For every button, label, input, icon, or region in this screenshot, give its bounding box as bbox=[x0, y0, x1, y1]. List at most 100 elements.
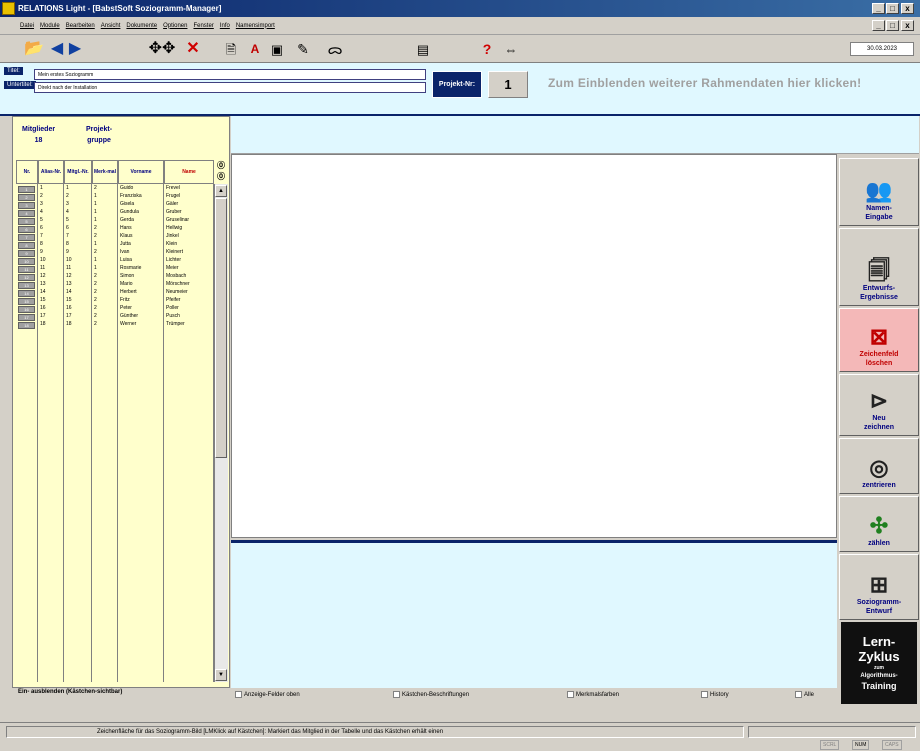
menu-datei[interactable]: Datei bbox=[20, 23, 34, 29]
image-icon[interactable]: ▣ bbox=[268, 39, 286, 59]
table-cell-mitgl[interactable]: 17 bbox=[64, 312, 91, 320]
neu-zeichnen-button[interactable]: ⊳ Neu zeichnen bbox=[839, 374, 919, 436]
table-cell-mitgl[interactable]: 11 bbox=[64, 264, 91, 272]
projekt-nr-value[interactable]: 1 bbox=[488, 71, 528, 98]
table-cell-vorname[interactable]: Rosmarie bbox=[118, 264, 163, 272]
menu-namensimport[interactable]: Namensimport bbox=[236, 23, 275, 29]
minimize-button[interactable]: _ bbox=[872, 3, 885, 14]
table-cell-vorname[interactable]: Peter bbox=[118, 304, 163, 312]
table-cell-alias[interactable]: 13 bbox=[38, 280, 63, 288]
table-cell-name[interactable]: Frugel bbox=[164, 192, 213, 200]
menu-module[interactable]: Module bbox=[40, 23, 60, 29]
rahmendaten-hint[interactable]: Zum Einblenden weiterer Rahmendaten hier… bbox=[548, 76, 861, 90]
col-nr[interactable]: Nr. bbox=[16, 160, 38, 184]
menu-ansicht[interactable]: Ansicht bbox=[101, 23, 121, 29]
table-cell-merk[interactable]: 2 bbox=[92, 184, 117, 192]
app-icon[interactable] bbox=[2, 2, 15, 15]
back-icon[interactable]: ◀ bbox=[48, 39, 66, 59]
pen-icon[interactable]: ✎ bbox=[294, 39, 312, 59]
table-cell-alias[interactable]: 9 bbox=[38, 248, 63, 256]
table-cell-nr[interactable]: 13 bbox=[18, 282, 35, 289]
table-cell-name[interactable]: Gäler bbox=[164, 200, 213, 208]
table-cell-mitgl[interactable]: 8 bbox=[64, 240, 91, 248]
table-cell-name[interactable]: Pfeifer bbox=[164, 296, 213, 304]
table-cell-nr[interactable]: 2 bbox=[18, 194, 35, 201]
table-cell-vorname[interactable]: Werner bbox=[118, 320, 163, 328]
table-cell-vorname[interactable]: Günther bbox=[118, 312, 163, 320]
cb-merkmalsfarben[interactable]: Merkmalsfarben bbox=[567, 691, 619, 698]
scroll-up-icon[interactable]: ▲ bbox=[215, 185, 227, 197]
sliders-icon[interactable]: ▤ bbox=[414, 39, 432, 59]
menu-optionen[interactable]: Optionen bbox=[163, 23, 187, 29]
table-cell-nr[interactable]: 5 bbox=[18, 218, 35, 225]
table-cell-mitgl[interactable]: 5 bbox=[64, 216, 91, 224]
table-cell-vorname[interactable]: Guido bbox=[118, 184, 163, 192]
table-cell-name[interactable]: Meier bbox=[164, 264, 213, 272]
table-cell-name[interactable]: Mörschner bbox=[164, 280, 213, 288]
menu-dokumente[interactable]: Dokumente bbox=[126, 23, 157, 29]
table-cell-vorname[interactable]: Gundula bbox=[118, 208, 163, 216]
checkbox[interactable] bbox=[235, 691, 242, 698]
table-cell-nr[interactable]: 12 bbox=[18, 274, 35, 281]
table-cell-vorname[interactable]: Hans bbox=[118, 224, 163, 232]
table-cell-vorname[interactable]: Klaus bbox=[118, 232, 163, 240]
mdi-close-button[interactable]: x bbox=[901, 20, 914, 31]
menu-bearbeiten[interactable]: Bearbeiten bbox=[66, 23, 95, 29]
table-cell-nr[interactable]: 11 bbox=[18, 266, 35, 273]
table-cell-name[interactable]: Trümper bbox=[164, 320, 213, 328]
table-cell-vorname[interactable]: Gisela bbox=[118, 200, 163, 208]
table-cell-merk[interactable]: 2 bbox=[92, 224, 117, 232]
title-bar[interactable]: RELATIONS Light - [BabstSoft Soziogramm-… bbox=[0, 0, 920, 17]
untertitel-input[interactable]: Direkt nach der Installation bbox=[34, 82, 426, 93]
table-cell-alias[interactable]: 17 bbox=[38, 312, 63, 320]
table-cell-nr[interactable]: 6 bbox=[18, 226, 35, 233]
table-cell-alias[interactable]: 4 bbox=[38, 208, 63, 216]
table-cell-mitgl[interactable]: 12 bbox=[64, 272, 91, 280]
table-cell-name[interactable]: Hellwig bbox=[164, 224, 213, 232]
maximize-button[interactable]: □ bbox=[886, 3, 899, 14]
table-cell-name[interactable]: Gruber bbox=[164, 208, 213, 216]
table-cell-alias[interactable]: 15 bbox=[38, 296, 63, 304]
col-vorname[interactable]: Vorname bbox=[118, 160, 164, 184]
table-cell-merk[interactable]: 2 bbox=[92, 320, 117, 328]
close-button[interactable]: x bbox=[901, 3, 914, 14]
table-cell-name[interactable]: Kleinert bbox=[164, 248, 213, 256]
table-cell-name[interactable]: Frevel bbox=[164, 184, 213, 192]
zentrieren-button[interactable]: ◎ zentrieren bbox=[839, 438, 919, 494]
table-cell-vorname[interactable]: Simon bbox=[118, 272, 163, 280]
table-cell-name[interactable]: Mosbach bbox=[164, 272, 213, 280]
table-cell-name[interactable]: Pusch bbox=[164, 312, 213, 320]
menu-fenster[interactable]: Fenster bbox=[193, 23, 213, 29]
table-cell-alias[interactable]: 11 bbox=[38, 264, 63, 272]
table-cell-nr[interactable]: 3 bbox=[18, 202, 35, 209]
table-cell-vorname[interactable]: Gerda bbox=[118, 216, 163, 224]
help-icon[interactable]: ? bbox=[478, 39, 496, 59]
table-cell-vorname[interactable]: Herbert bbox=[118, 288, 163, 296]
table-cell-merk[interactable]: 2 bbox=[92, 272, 117, 280]
table-cell-mitgl[interactable]: 7 bbox=[64, 232, 91, 240]
mdi-minimize-button[interactable]: _ bbox=[872, 20, 885, 31]
checkbox[interactable] bbox=[567, 691, 574, 698]
table-cell-merk[interactable]: 2 bbox=[92, 232, 117, 240]
table-cell-alias[interactable]: 1 bbox=[38, 184, 63, 192]
table-cell-name[interactable]: Neumeier bbox=[164, 288, 213, 296]
table-cell-merk[interactable]: 1 bbox=[92, 192, 117, 200]
table-cell-mitgl[interactable]: 4 bbox=[64, 208, 91, 216]
table-cell-name[interactable]: Gruselinar bbox=[164, 216, 213, 224]
table-cell-nr[interactable]: 14 bbox=[18, 290, 35, 297]
table-cell-merk[interactable]: 1 bbox=[92, 216, 117, 224]
table-cell-merk[interactable]: 2 bbox=[92, 304, 117, 312]
table-cell-mitgl[interactable]: 14 bbox=[64, 288, 91, 296]
table-cell-merk[interactable]: 2 bbox=[92, 296, 117, 304]
table-cell-merk[interactable]: 2 bbox=[92, 312, 117, 320]
table-cell-vorname[interactable]: Mario bbox=[118, 280, 163, 288]
lern-zyklus-button[interactable]: Lern- Zyklus zum Algorithmus- Training bbox=[841, 622, 917, 704]
table-cell-alias[interactable]: 18 bbox=[38, 320, 63, 328]
checkbox[interactable] bbox=[701, 691, 708, 698]
table-cell-alias[interactable]: 7 bbox=[38, 232, 63, 240]
table-cell-merk[interactable]: 2 bbox=[92, 280, 117, 288]
table-cell-alias[interactable]: 2 bbox=[38, 192, 63, 200]
open-folder-icon[interactable]: 📂 bbox=[24, 39, 44, 59]
entwurfs-ergebnisse-button[interactable]: 🗐 Entwurfs- Ergebnisse bbox=[839, 228, 919, 306]
table-cell-alias[interactable]: 16 bbox=[38, 304, 63, 312]
